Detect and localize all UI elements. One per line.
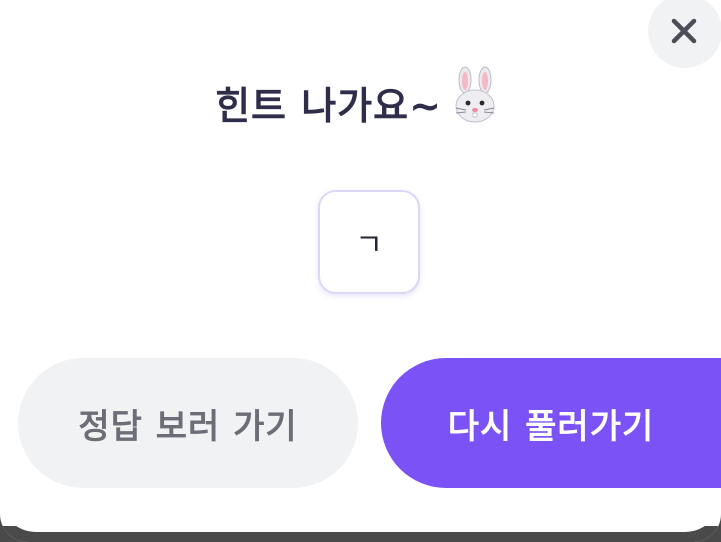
dialog-title-text: 힌트 나가요~ (215, 84, 442, 128)
close-icon[interactable] (669, 16, 699, 46)
dialog-title: 힌트 나가요~ (0, 66, 721, 151)
view-answer-button[interactable]: 정답 보러 가기 (18, 358, 358, 488)
hint-letter: ㄱ (355, 228, 383, 263)
dialog-card: 힌트 나가요~ ㄱ 정답 보러 가기 다시 풀러가기 (0, 0, 721, 532)
view-answer-label: 정답 보러 가기 (78, 406, 298, 447)
hint-card: ㄱ (318, 190, 420, 294)
retry-label: 다시 풀러가기 (447, 406, 655, 447)
hint-dialog: 힌트 나가요~ ㄱ 정답 보러 가기 다시 풀러가기 (0, 0, 721, 542)
retry-button[interactable]: 다시 풀러가기 (381, 358, 721, 488)
rabbit-face-icon (444, 66, 506, 151)
